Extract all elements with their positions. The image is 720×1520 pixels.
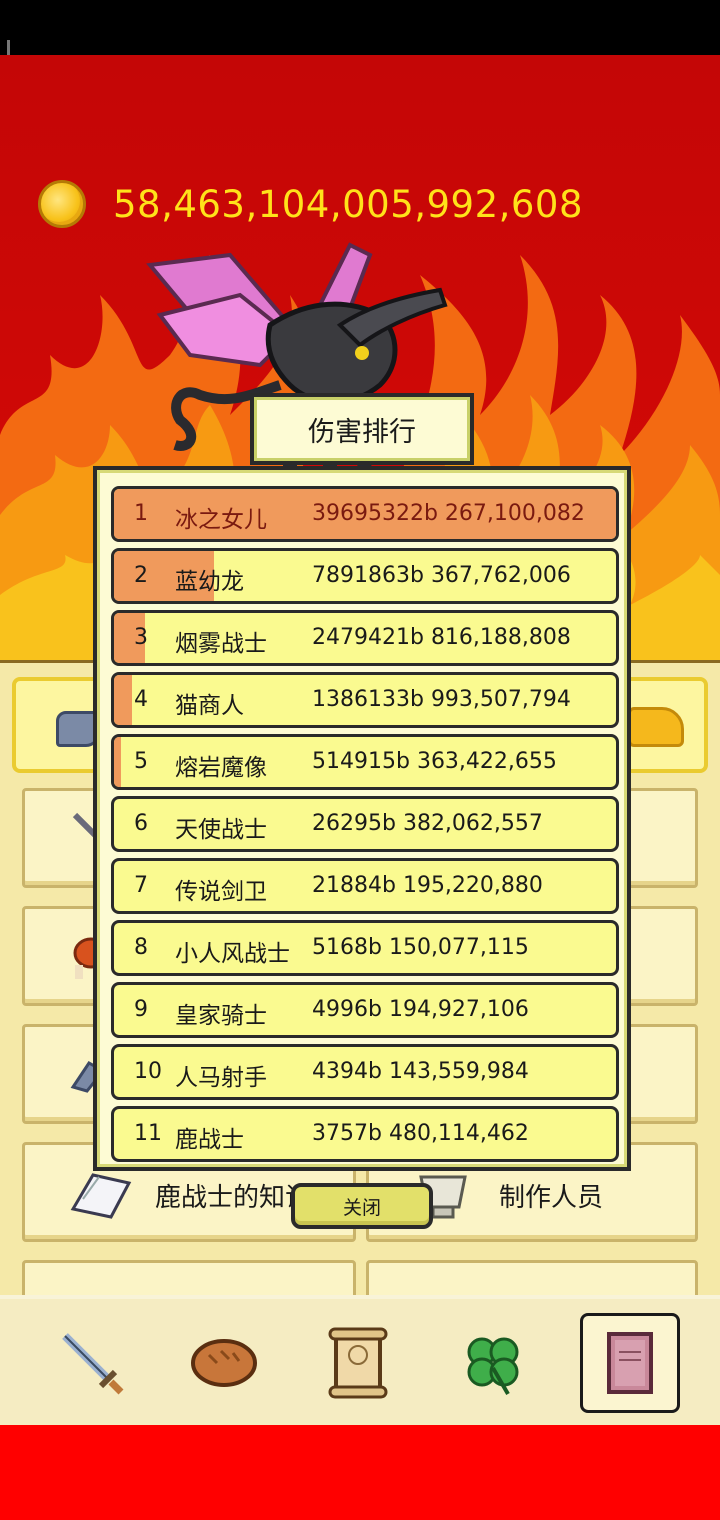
clover-icon bbox=[467, 1337, 519, 1395]
rank-number: 5 bbox=[134, 749, 148, 774]
cheese-icon[interactable] bbox=[628, 707, 684, 747]
rank-number: 2 bbox=[134, 563, 148, 588]
rank-number: 1 bbox=[134, 501, 148, 526]
sword-icon bbox=[62, 1333, 124, 1395]
ranking-row[interactable]: 2 蓝幼龙 7891863b 367,762,006 bbox=[111, 548, 619, 604]
hero-name: 皇家骑士 bbox=[175, 1003, 267, 1029]
credits-label: 制作人员 bbox=[499, 1183, 604, 1213]
bottom-nav-bar bbox=[0, 1295, 720, 1425]
rank-number: 3 bbox=[134, 625, 148, 650]
bottom-red-band bbox=[0, 1425, 720, 1520]
rank-number: 10 bbox=[134, 1059, 162, 1084]
ranking-dialog-title: 伤害排行 bbox=[308, 416, 416, 448]
ranking-row[interactable]: 3 烟雾战士 2479421b 816,188,808 bbox=[111, 610, 619, 666]
damage-value: 1386133b 993,507,794 bbox=[312, 687, 571, 712]
hero-name: 天使战士 bbox=[175, 817, 267, 843]
hero-name: 传说剑卫 bbox=[175, 879, 267, 905]
close-button[interactable]: 关闭 bbox=[291, 1183, 433, 1229]
nav-book-button[interactable] bbox=[580, 1313, 680, 1413]
damage-value: 39695322b 267,100,082 bbox=[312, 501, 585, 526]
damage-share-bar bbox=[114, 737, 121, 787]
damage-value: 3757b 480,114,462 bbox=[312, 1121, 529, 1146]
ranking-row[interactable]: 8 小人风战士 5168b 150,077,115 bbox=[111, 920, 619, 976]
rank-number: 9 bbox=[134, 997, 148, 1022]
rank-number: 8 bbox=[134, 935, 148, 960]
gold-counter: 58,463,104,005,992,608 bbox=[38, 178, 583, 230]
damage-value: 4996b 194,927,106 bbox=[312, 997, 529, 1022]
open-book-icon bbox=[70, 1173, 132, 1219]
ranking-row[interactable]: 4 猫商人 1386133b 993,507,794 bbox=[111, 672, 619, 728]
hero-name: 人马射手 bbox=[175, 1065, 267, 1091]
hero-name: 冰之女儿 bbox=[175, 507, 267, 533]
status-bar bbox=[0, 0, 720, 100]
hero-name: 猫商人 bbox=[175, 693, 244, 719]
gold-amount: 58,463,104,005,992,608 bbox=[113, 182, 583, 226]
damage-value: 514915b 363,422,655 bbox=[312, 749, 557, 774]
damage-value: 21884b 195,220,880 bbox=[312, 873, 543, 898]
book-icon bbox=[607, 1332, 653, 1394]
ranking-row[interactable]: 11 鹿战士 3757b 480,114,462 bbox=[111, 1106, 619, 1162]
damage-ranking-dialog: 1 冰之女儿 39695322b 267,100,082 2 蓝幼龙 7891863b 3… bbox=[93, 466, 631, 1171]
hero-name: 小人风战士 bbox=[175, 941, 290, 967]
damage-value: 4394b 143,559,984 bbox=[312, 1059, 529, 1084]
ranking-row[interactable]: 10 人马射手 4394b 143,559,984 bbox=[111, 1044, 619, 1100]
ranking-row[interactable]: 5 熔岩魔像 514915b 363,422,655 bbox=[111, 734, 619, 790]
hero-name: 烟雾战士 bbox=[175, 631, 267, 657]
scroll-icon bbox=[328, 1327, 388, 1399]
deer-knowledge-label: 鹿战士的知识 bbox=[155, 1183, 312, 1213]
nav-scroll-button[interactable] bbox=[308, 1313, 408, 1413]
ranking-dialog-header: 伤害排行 bbox=[250, 393, 474, 465]
close-label: 关闭 bbox=[342, 1196, 381, 1219]
nav-clover-button[interactable] bbox=[443, 1313, 543, 1413]
damage-value: 26295b 382,062,557 bbox=[312, 811, 543, 836]
nav-bread-button[interactable] bbox=[174, 1313, 274, 1413]
hero-name: 鹿战士 bbox=[175, 1127, 244, 1153]
nav-sword-button[interactable] bbox=[42, 1313, 142, 1413]
ranking-row[interactable]: 7 传说剑卫 21884b 195,220,880 bbox=[111, 858, 619, 914]
damage-value: 2479421b 816,188,808 bbox=[312, 625, 571, 650]
rank-number: 7 bbox=[134, 873, 148, 898]
damage-value: 7891863b 367,762,006 bbox=[312, 563, 571, 588]
gold-coin-icon bbox=[38, 180, 86, 228]
ranking-row[interactable]: 9 皇家骑士 4996b 194,927,106 bbox=[111, 982, 619, 1038]
rank-number: 6 bbox=[134, 811, 148, 836]
hero-name: 蓝幼龙 bbox=[175, 569, 244, 595]
hero-name: 熔岩魔像 bbox=[175, 755, 267, 781]
rank-number: 11 bbox=[134, 1121, 162, 1146]
ranking-row[interactable]: 6 天使战士 26295b 382,062,557 bbox=[111, 796, 619, 852]
rank-number: 4 bbox=[134, 687, 148, 712]
ranking-row[interactable]: 1 冰之女儿 39695322b 267,100,082 bbox=[111, 486, 619, 542]
damage-share-bar bbox=[114, 675, 132, 725]
bread-icon bbox=[191, 1339, 257, 1387]
damage-value: 5168b 150,077,115 bbox=[312, 935, 529, 960]
